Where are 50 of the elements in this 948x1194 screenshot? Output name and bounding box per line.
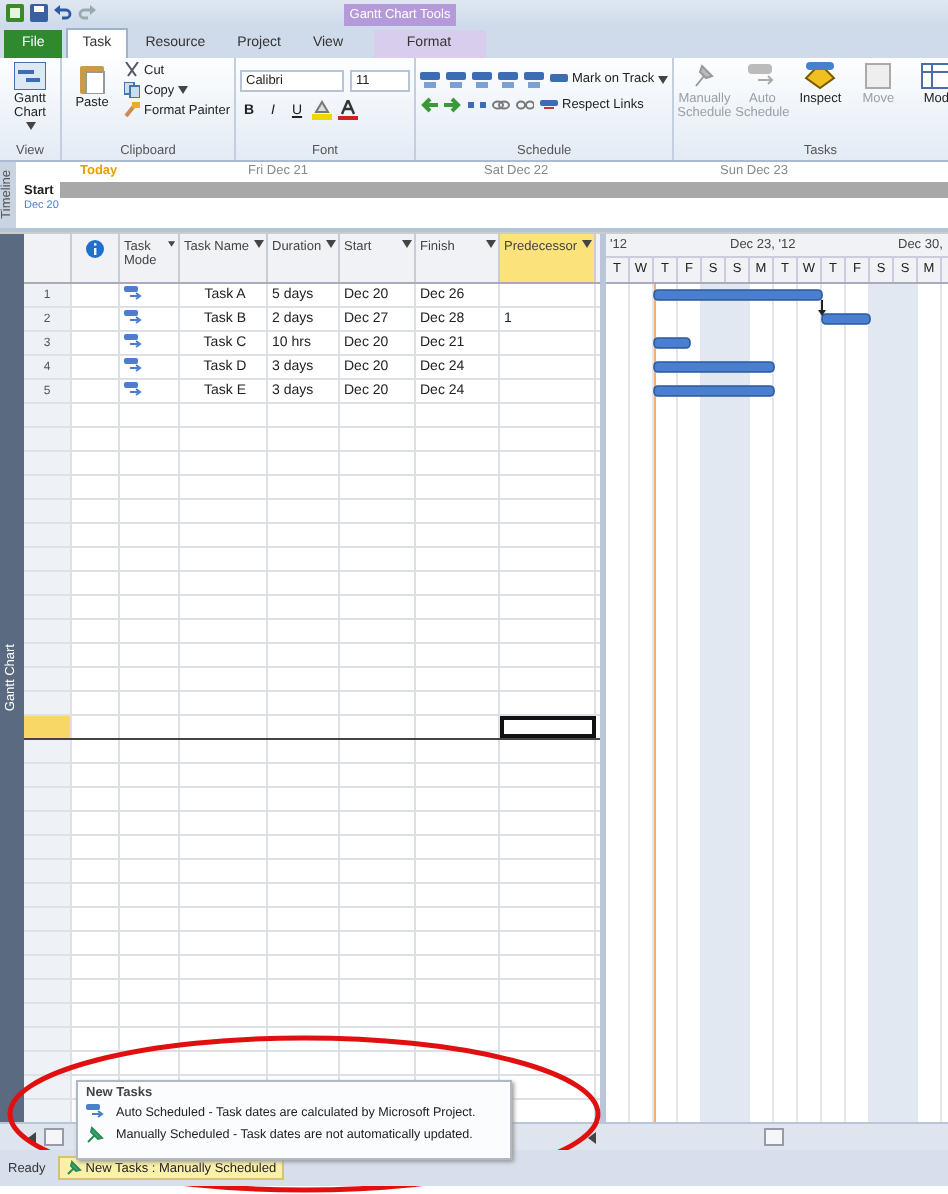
caret-icon <box>326 240 336 248</box>
scroll-thumb[interactable] <box>44 1128 64 1146</box>
redo-icon[interactable] <box>78 4 96 22</box>
auto-scheduled-icon <box>124 358 142 376</box>
active-cell[interactable] <box>500 716 596 738</box>
percent-complete-icon[interactable] <box>472 70 492 88</box>
caret-icon <box>582 240 592 248</box>
caret-icon <box>254 240 264 248</box>
auto-schedule-icon <box>746 62 779 90</box>
auto-scheduled-icon <box>124 382 142 400</box>
paintbrush-icon <box>124 102 140 118</box>
project-logo-icon <box>6 4 24 22</box>
pushpin-icon <box>65 1160 82 1176</box>
indent-icon[interactable] <box>444 96 462 114</box>
task-bar-icon <box>540 97 558 113</box>
scroll-left-icon[interactable] <box>588 1131 596 1143</box>
save-icon[interactable] <box>30 4 48 22</box>
auto-schedule-icon <box>86 1104 104 1122</box>
warning-sign-icon <box>804 62 837 90</box>
scissors-icon <box>124 62 140 78</box>
auto-scheduled-icon <box>124 310 142 328</box>
info-icon <box>86 240 104 258</box>
percent-complete-icon[interactable] <box>420 70 440 88</box>
clipboard-icon <box>78 62 106 94</box>
percent-complete-icon[interactable] <box>524 70 544 88</box>
task-bar-icon <box>550 74 568 84</box>
unlink-icon[interactable] <box>516 96 534 114</box>
scroll-thumb[interactable] <box>764 1128 784 1146</box>
scroll-left-icon[interactable] <box>28 1131 36 1143</box>
row-header[interactable] <box>24 1052 72 1074</box>
auto-scheduled-icon <box>124 334 142 352</box>
table-icon <box>920 62 948 90</box>
outdent-icon[interactable] <box>420 96 438 114</box>
caret-icon <box>25 122 35 130</box>
caret-icon <box>658 75 669 83</box>
font-color-icon[interactable] <box>338 100 358 120</box>
caret-icon <box>178 86 189 94</box>
caret-icon <box>402 240 412 248</box>
link-icon[interactable] <box>492 96 510 114</box>
copy-icon <box>124 82 140 98</box>
gantt-chart-icon <box>14 62 46 90</box>
caret-icon <box>168 240 176 248</box>
auto-scheduled-icon <box>124 286 142 304</box>
pushpin-icon <box>86 1126 104 1144</box>
percent-complete-icon[interactable] <box>498 70 518 88</box>
caret-icon <box>486 240 496 248</box>
split-icon[interactable] <box>468 96 486 114</box>
highlight-color-icon[interactable] <box>312 100 332 120</box>
percent-complete-icon[interactable] <box>446 70 466 88</box>
undo-icon[interactable] <box>54 4 72 22</box>
